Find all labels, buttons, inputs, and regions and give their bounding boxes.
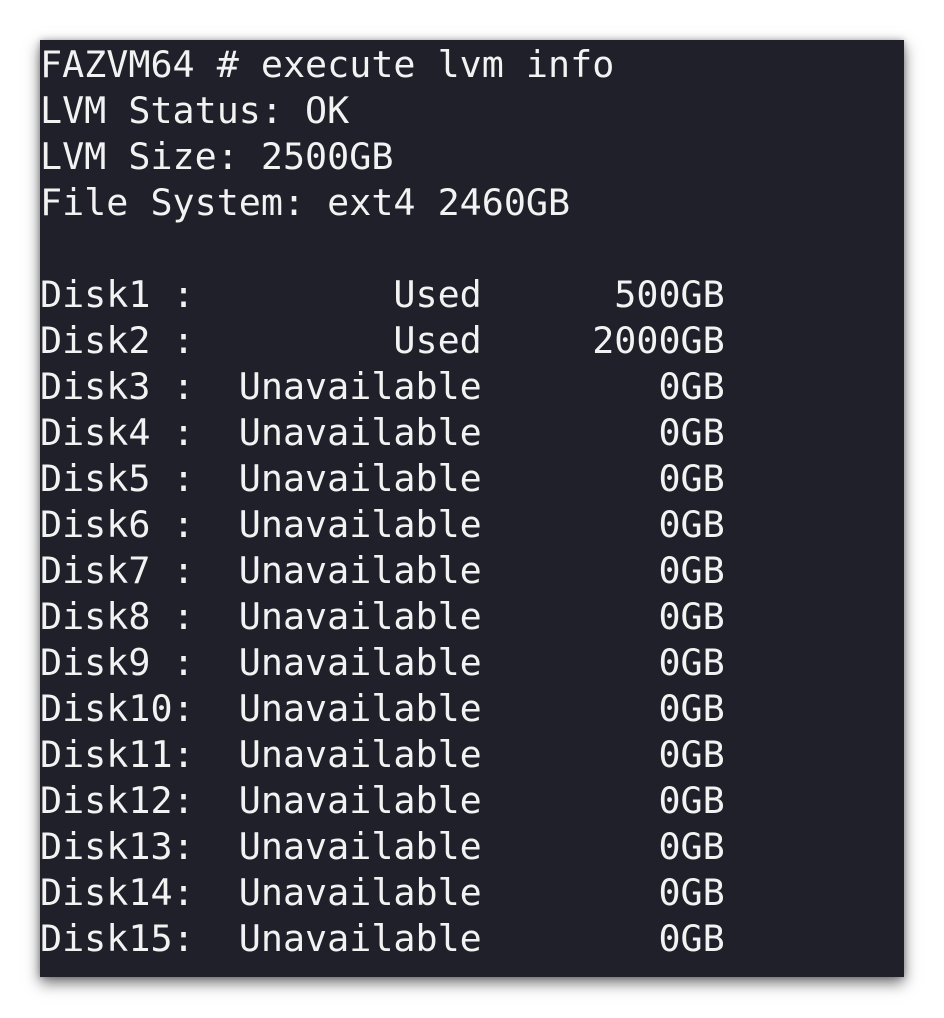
disk-line: Disk11: Unavailable 0GB (40, 733, 725, 776)
disk-line: Disk10: Unavailable 0GB (40, 687, 725, 730)
disk-line: Disk6 : Unavailable 0GB (40, 503, 725, 546)
disk-line: Disk14: Unavailable 0GB (40, 871, 725, 914)
disk-line: Disk1 : Used 500GB (40, 273, 725, 316)
terminal-window[interactable]: FAZVM64 # execute lvm info LVM Status: O… (40, 40, 904, 977)
lvm-status-line: LVM Status: OK (40, 89, 350, 132)
disk-line: Disk2 : Used 2000GB (40, 319, 725, 362)
disk-line: Disk15: Unavailable 0GB (40, 917, 725, 960)
lvm-size-line: LVM Size: 2500GB (40, 135, 394, 178)
disk-line: Disk9 : Unavailable 0GB (40, 641, 725, 684)
command-prompt-line: FAZVM64 # execute lvm info (40, 43, 615, 86)
disk-line: Disk3 : Unavailable 0GB (40, 365, 725, 408)
disk-line: Disk5 : Unavailable 0GB (40, 457, 725, 500)
file-system-line: File System: ext4 2460GB (40, 181, 571, 224)
disk-line: Disk13: Unavailable 0GB (40, 825, 725, 868)
disk-line: Disk7 : Unavailable 0GB (40, 549, 725, 592)
disk-line: Disk4 : Unavailable 0GB (40, 411, 725, 454)
disk-line: Disk12: Unavailable 0GB (40, 779, 725, 822)
disk-line: Disk8 : Unavailable 0GB (40, 595, 725, 638)
